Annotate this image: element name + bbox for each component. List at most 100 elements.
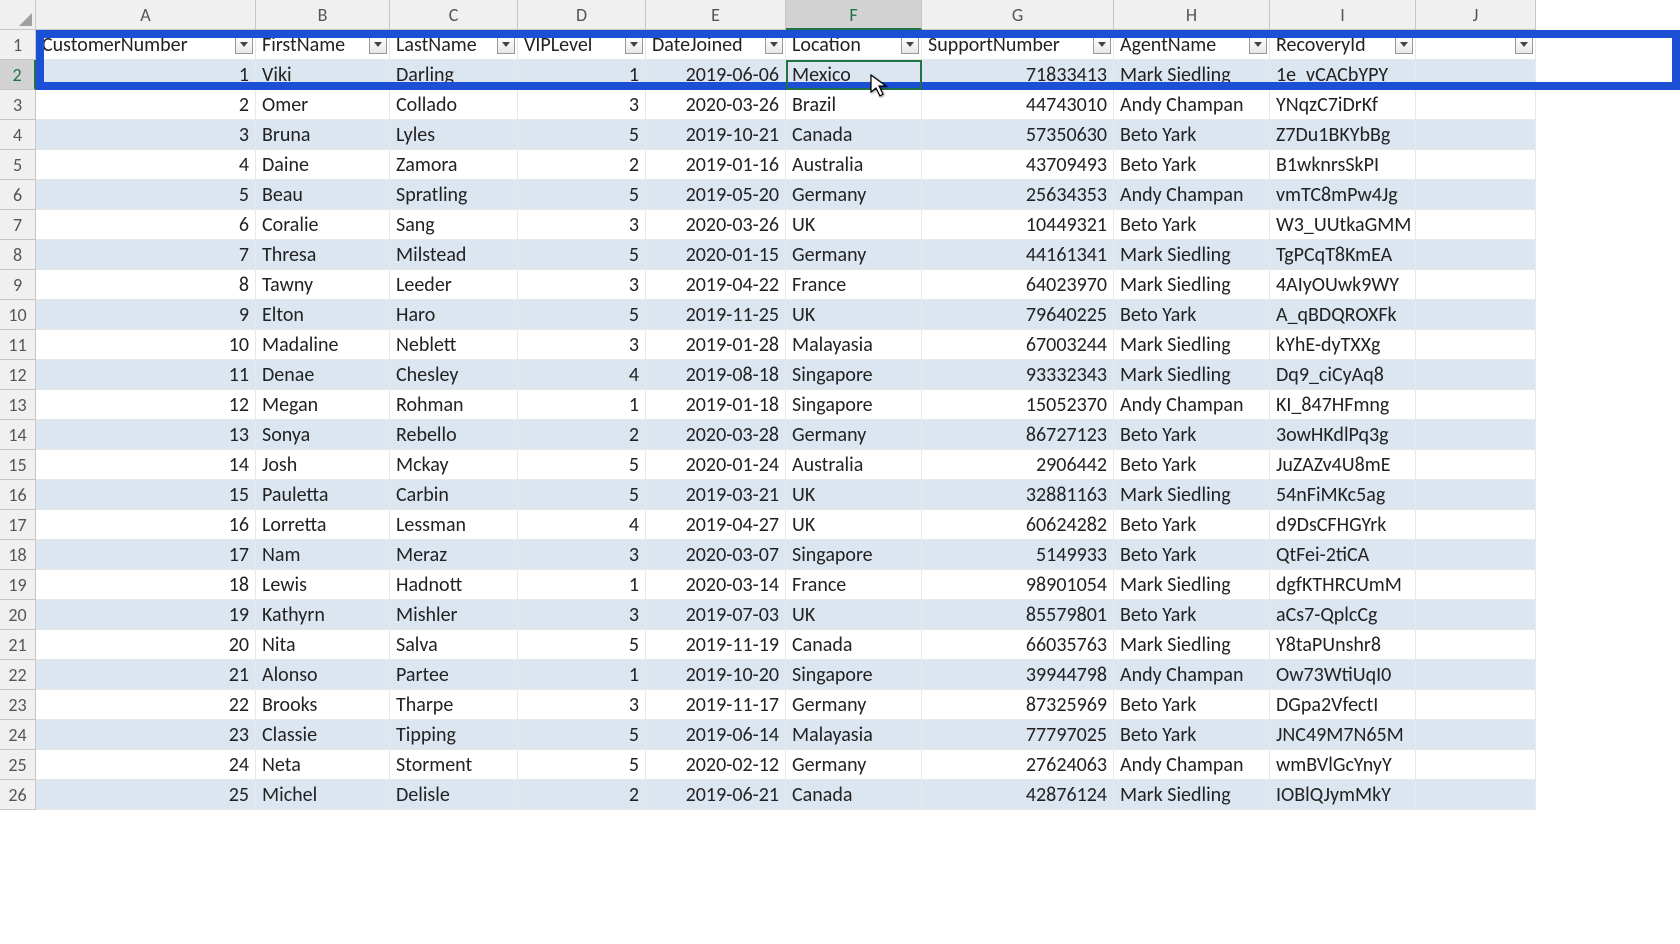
cell-A23[interactable]: 22 — [36, 690, 256, 720]
column-header-i[interactable]: I — [1270, 0, 1416, 30]
cell-D20[interactable]: 3 — [518, 600, 646, 630]
cell-A20[interactable]: 19 — [36, 600, 256, 630]
cell-G26[interactable]: 42876124 — [922, 780, 1114, 810]
cell-F19[interactable]: France — [786, 570, 922, 600]
cell-G15[interactable]: 2906442 — [922, 450, 1114, 480]
cell-D6[interactable]: 5 — [518, 180, 646, 210]
row-header-22[interactable]: 22 — [0, 660, 36, 690]
cell-B22[interactable]: Alonso — [256, 660, 390, 690]
cell-H11[interactable]: Mark Siedling — [1114, 330, 1270, 360]
cell-C14[interactable]: Rebello — [390, 420, 518, 450]
column-header-b[interactable]: B — [256, 0, 390, 30]
cell-C6[interactable]: Spratling — [390, 180, 518, 210]
row-header-16[interactable]: 16 — [0, 480, 36, 510]
cell-J18[interactable] — [1416, 540, 1536, 570]
cell-I4[interactable]: Z7Du1BKYbBg — [1270, 120, 1416, 150]
cell-B11[interactable]: Madaline — [256, 330, 390, 360]
filter-dropdown-icon[interactable] — [1093, 36, 1111, 54]
cell-B25[interactable]: Neta — [256, 750, 390, 780]
cell-F22[interactable]: Singapore — [786, 660, 922, 690]
cell-B17[interactable]: Lorretta — [256, 510, 390, 540]
cell-G20[interactable]: 85579801 — [922, 600, 1114, 630]
cell-J9[interactable] — [1416, 270, 1536, 300]
cell-B20[interactable]: Kathyrn — [256, 600, 390, 630]
cell-G17[interactable]: 60624282 — [922, 510, 1114, 540]
cell-F4[interactable]: Canada — [786, 120, 922, 150]
cell-G25[interactable]: 27624063 — [922, 750, 1114, 780]
cell-C18[interactable]: Meraz — [390, 540, 518, 570]
cell-E20[interactable]: 2019-07-03 — [646, 600, 786, 630]
filter-dropdown-icon[interactable] — [625, 36, 643, 54]
filter-dropdown-icon[interactable] — [369, 36, 387, 54]
cell-A25[interactable]: 24 — [36, 750, 256, 780]
cell-C19[interactable]: Hadnott — [390, 570, 518, 600]
row-header-1[interactable]: 1 — [0, 30, 36, 60]
cell-D8[interactable]: 5 — [518, 240, 646, 270]
cell-F14[interactable]: Germany — [786, 420, 922, 450]
cell-C21[interactable]: Salva — [390, 630, 518, 660]
cell-F20[interactable]: UK — [786, 600, 922, 630]
cell-D19[interactable]: 1 — [518, 570, 646, 600]
cell-J22[interactable] — [1416, 660, 1536, 690]
cell-C20[interactable]: Mishler — [390, 600, 518, 630]
cell-A10[interactable]: 9 — [36, 300, 256, 330]
cell-D11[interactable]: 3 — [518, 330, 646, 360]
cell-D13[interactable]: 1 — [518, 390, 646, 420]
cell-F7[interactable]: UK — [786, 210, 922, 240]
cell-A6[interactable]: 5 — [36, 180, 256, 210]
cell-B13[interactable]: Megan — [256, 390, 390, 420]
cell-J2[interactable] — [1416, 60, 1536, 90]
cell-H17[interactable]: Beto Yark — [1114, 510, 1270, 540]
cell-H2[interactable]: Mark Siedling — [1114, 60, 1270, 90]
cell-F9[interactable]: France — [786, 270, 922, 300]
row-header-17[interactable]: 17 — [0, 510, 36, 540]
cell-A2[interactable]: 1 — [36, 60, 256, 90]
cell-A8[interactable]: 7 — [36, 240, 256, 270]
cell-E24[interactable]: 2019-06-14 — [646, 720, 786, 750]
cell-D2[interactable]: 1 — [518, 60, 646, 90]
cell-D22[interactable]: 1 — [518, 660, 646, 690]
cell-I24[interactable]: JNC49M7N65M — [1270, 720, 1416, 750]
cell-E10[interactable]: 2019-11-25 — [646, 300, 786, 330]
row-header-19[interactable]: 19 — [0, 570, 36, 600]
cell-F10[interactable]: UK — [786, 300, 922, 330]
cell-H19[interactable]: Mark Siedling — [1114, 570, 1270, 600]
cell-B10[interactable]: Elton — [256, 300, 390, 330]
cell-H15[interactable]: Beto Yark — [1114, 450, 1270, 480]
cell-H25[interactable]: Andy Champan — [1114, 750, 1270, 780]
cell-F13[interactable]: Singapore — [786, 390, 922, 420]
header-cell-c[interactable]: LastName — [390, 30, 518, 60]
cell-F24[interactable]: Malayasia — [786, 720, 922, 750]
cell-A22[interactable]: 21 — [36, 660, 256, 690]
cell-B24[interactable]: Classie — [256, 720, 390, 750]
cell-B8[interactable]: Thresa — [256, 240, 390, 270]
cell-C12[interactable]: Chesley — [390, 360, 518, 390]
row-header-24[interactable]: 24 — [0, 720, 36, 750]
cell-F26[interactable]: Canada — [786, 780, 922, 810]
cell-E11[interactable]: 2019-01-28 — [646, 330, 786, 360]
cell-B21[interactable]: Nita — [256, 630, 390, 660]
cell-I8[interactable]: TgPCqT8KmEA — [1270, 240, 1416, 270]
cell-A9[interactable]: 8 — [36, 270, 256, 300]
cell-C5[interactable]: Zamora — [390, 150, 518, 180]
cell-B23[interactable]: Brooks — [256, 690, 390, 720]
cell-D16[interactable]: 5 — [518, 480, 646, 510]
cell-F15[interactable]: Australia — [786, 450, 922, 480]
cell-E18[interactable]: 2020-03-07 — [646, 540, 786, 570]
cell-B6[interactable]: Beau — [256, 180, 390, 210]
cell-I23[interactable]: DGpa2VfectI — [1270, 690, 1416, 720]
cell-B15[interactable]: Josh — [256, 450, 390, 480]
row-header-3[interactable]: 3 — [0, 90, 36, 120]
cell-D10[interactable]: 5 — [518, 300, 646, 330]
cell-A11[interactable]: 10 — [36, 330, 256, 360]
cell-I6[interactable]: vmTC8mPw4Jg — [1270, 180, 1416, 210]
cell-J15[interactable] — [1416, 450, 1536, 480]
cell-G23[interactable]: 87325969 — [922, 690, 1114, 720]
cell-G9[interactable]: 64023970 — [922, 270, 1114, 300]
cell-D3[interactable]: 3 — [518, 90, 646, 120]
cell-H6[interactable]: Andy Champan — [1114, 180, 1270, 210]
cell-C4[interactable]: Lyles — [390, 120, 518, 150]
cell-A26[interactable]: 25 — [36, 780, 256, 810]
column-header-g[interactable]: G — [922, 0, 1114, 30]
cell-D12[interactable]: 4 — [518, 360, 646, 390]
